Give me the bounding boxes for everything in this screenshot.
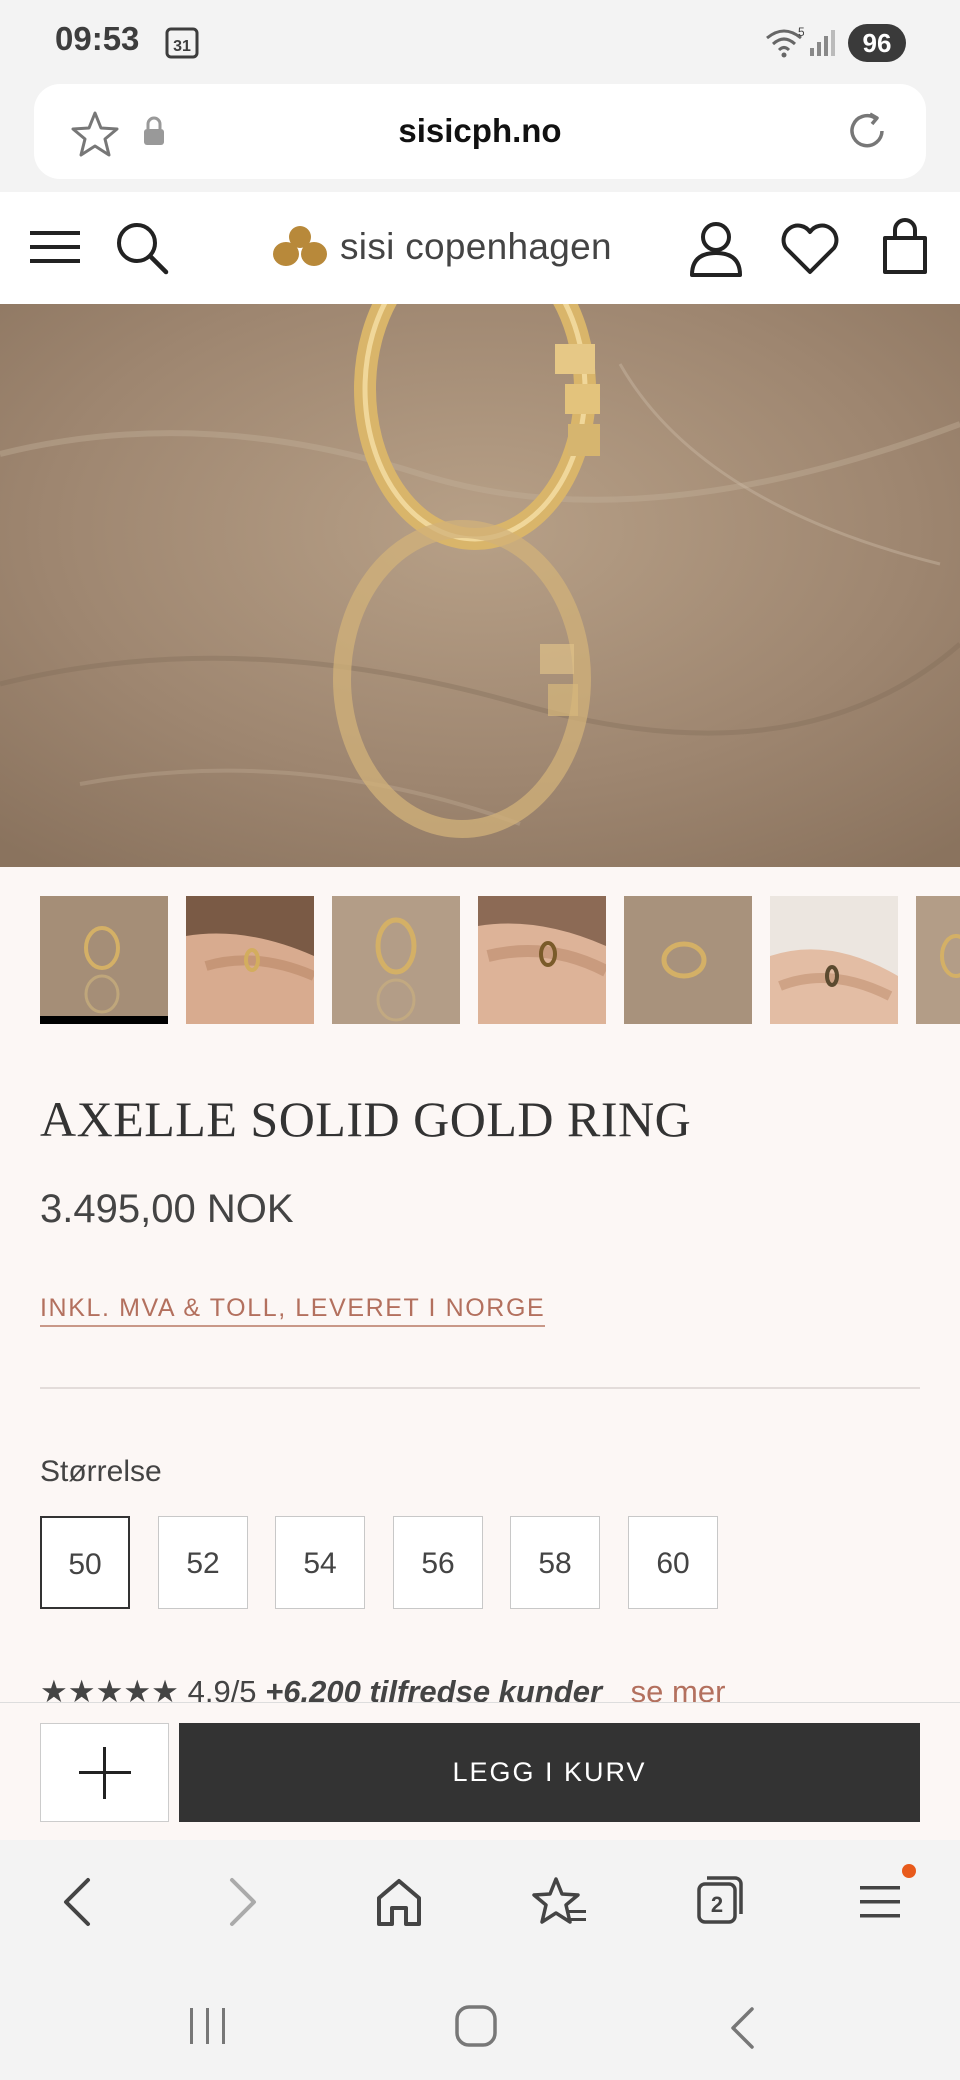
thumbnail-ring-flat-on-stone[interactable] [624, 896, 752, 1024]
thumbnail-ring-on-hand-2[interactable] [478, 896, 606, 1024]
site-header: sisi copenhagen [0, 192, 960, 305]
size-label: Størrelse [40, 1455, 162, 1488]
forward-icon[interactable] [222, 1876, 262, 1928]
menu-icon[interactable] [28, 225, 82, 269]
quantity-plus-button[interactable] [40, 1723, 169, 1822]
reload-icon[interactable] [844, 108, 890, 154]
thumbnail-ring-on-stone-angle[interactable] [332, 896, 460, 1024]
calendar-icon: 31 [165, 27, 199, 59]
system-back-icon[interactable] [728, 2006, 758, 2050]
divider [40, 1387, 920, 1389]
browser-nav-bar: 2 [0, 1840, 960, 1964]
tabs-button[interactable]: 2 [695, 1874, 745, 1926]
back-icon[interactable] [58, 1876, 98, 1928]
product-title: AXELLE SOLID GOLD RING [40, 1091, 692, 1147]
status-bar: 09:53 31 5 96 [0, 0, 960, 84]
account-icon[interactable] [688, 220, 744, 278]
rating-stars: ★★★★★ [40, 1674, 179, 1702]
search-icon[interactable] [114, 220, 170, 276]
wifi-label: 5 [798, 26, 804, 39]
site-logo[interactable]: sisi copenhagen [270, 222, 612, 272]
wifi-icon: 5 [766, 26, 804, 58]
thumbnail-strip [40, 896, 960, 1026]
plus-icon [79, 1747, 131, 1799]
rating-see-more-link[interactable]: se mer [631, 1674, 726, 1702]
home-button-icon[interactable] [454, 2004, 498, 2048]
rating-score: 4.9/5 [187, 1674, 257, 1702]
tax-info-link[interactable]: INKL. MVA & TOLL, LEVERET I NORGE [40, 1294, 546, 1327]
browser-menu-icon[interactable] [858, 1880, 902, 1924]
battery-level: 96 [848, 24, 906, 62]
bag-icon[interactable] [880, 216, 930, 276]
notification-dot [902, 1864, 916, 1878]
size-option-52[interactable]: 52 [158, 1516, 248, 1609]
size-option-60[interactable]: 60 [628, 1516, 718, 1609]
tab-count: 2 [710, 1892, 724, 1917]
rating-customers: +6.200 tilfredse kunder [265, 1674, 603, 1702]
logo-icon [273, 226, 327, 266]
recents-icon[interactable] [186, 2006, 230, 2046]
calendar-day: 31 [173, 38, 191, 55]
logo-text: sisi copenhagen [340, 226, 612, 267]
browser-toolbar: sisicph.no [0, 84, 960, 192]
system-nav-bar [0, 1964, 960, 2080]
size-option-54[interactable]: 54 [275, 1516, 365, 1609]
thumbnail-ring-on-stone[interactable] [40, 896, 168, 1024]
bookmarks-icon[interactable] [532, 1876, 588, 1928]
product-hero-image[interactable] [0, 304, 960, 867]
home-icon[interactable] [374, 1876, 424, 1928]
signal-icon [810, 30, 835, 56]
address-bar[interactable]: sisicph.no [34, 84, 926, 179]
thumbnail-ring-on-hand-1[interactable] [186, 896, 314, 1024]
product-price: 3.495,00 NOK [40, 1187, 294, 1231]
size-option-58[interactable]: 58 [510, 1516, 600, 1609]
status-time: 09:53 [55, 20, 140, 57]
sticky-cart-bar: LEGG I KURV [0, 1702, 960, 1841]
rating-row: ★★★★★ 4.9/5 +6.200 tilfredse kunder se m… [40, 1674, 725, 1702]
thumbnail-ring-partial[interactable] [916, 896, 960, 1024]
url-text[interactable]: sisicph.no [34, 112, 926, 150]
size-option-50[interactable]: 50 [40, 1516, 130, 1609]
heart-icon[interactable] [780, 222, 840, 276]
thumbnail-ring-on-hand-3[interactable] [770, 896, 898, 1024]
add-to-cart-button[interactable]: LEGG I KURV [179, 1723, 920, 1822]
size-option-56[interactable]: 56 [393, 1516, 483, 1609]
